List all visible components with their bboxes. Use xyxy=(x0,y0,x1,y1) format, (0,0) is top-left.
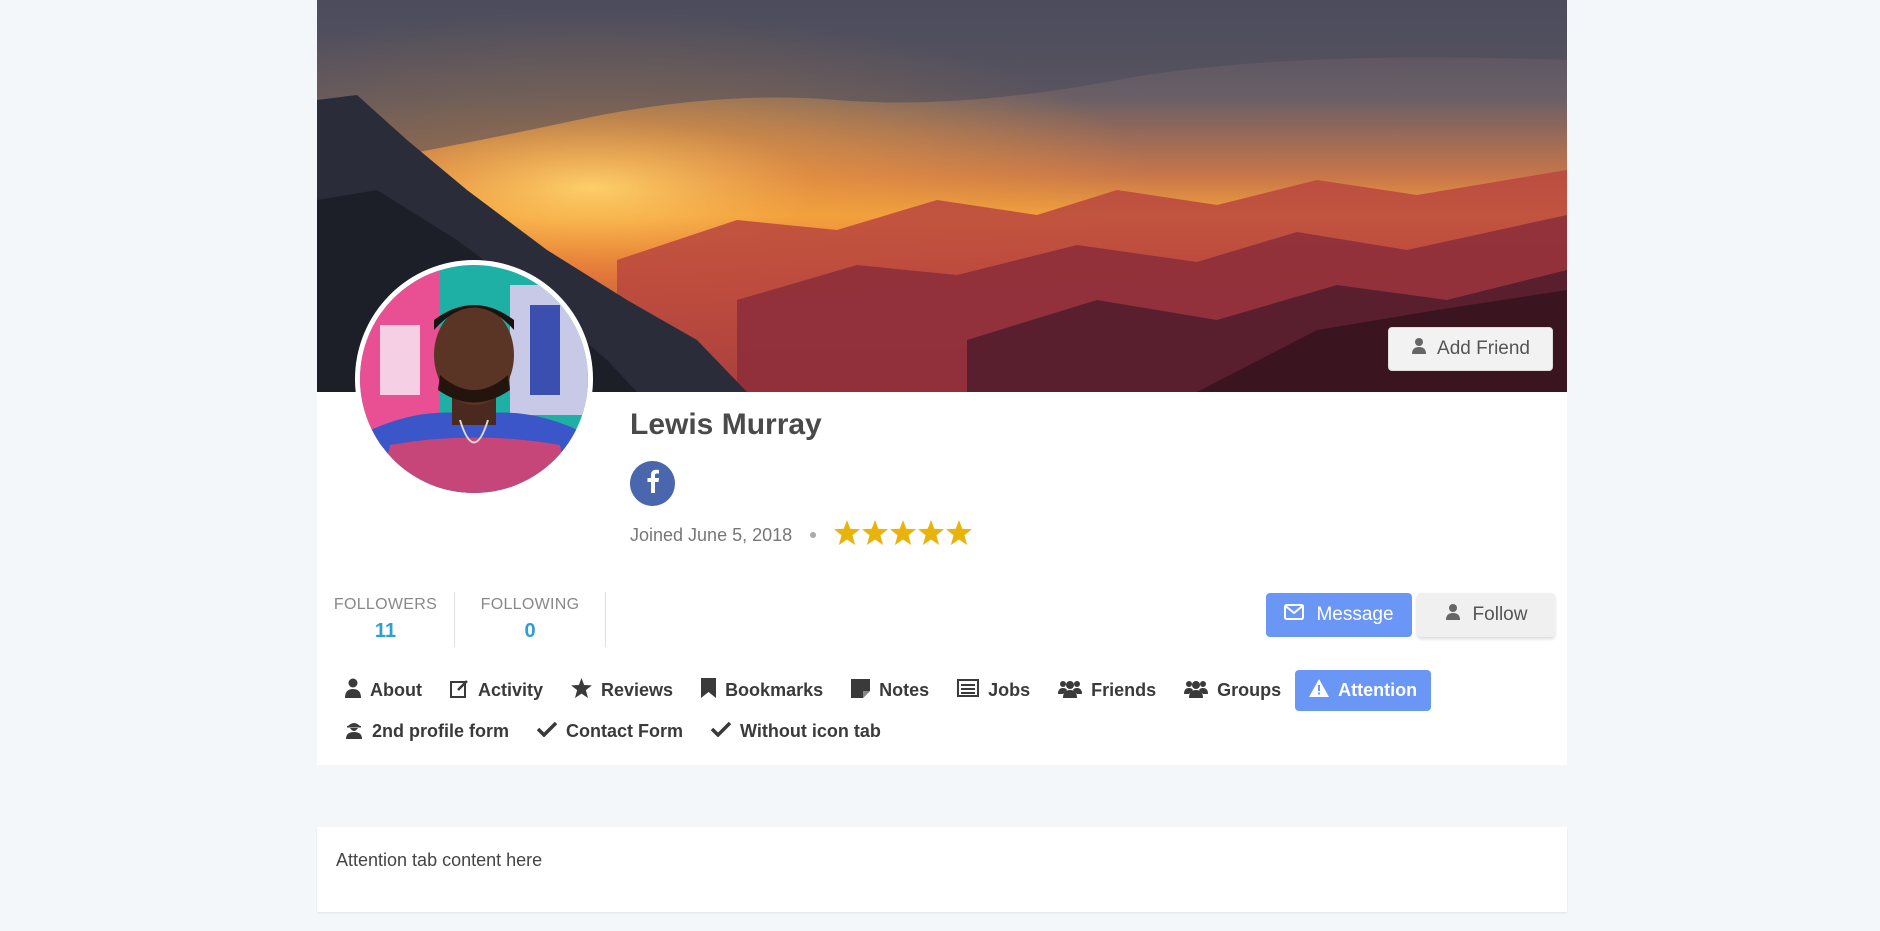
add-friend-label: Add Friend xyxy=(1437,338,1530,359)
user-secret-icon xyxy=(345,720,363,744)
tab-label: Reviews xyxy=(601,680,674,700)
stat-followers[interactable]: FOLLOWERS 11 xyxy=(317,592,455,647)
tab-bookmarks[interactable]: Bookmarks xyxy=(687,670,837,711)
tab-label: About xyxy=(370,680,422,700)
user-icon xyxy=(1445,603,1461,627)
tab-activity[interactable]: Activity xyxy=(436,670,557,711)
tab-row: 2nd profile form Contact Form Without ic… xyxy=(331,711,1551,752)
tab-label: Bookmarks xyxy=(725,680,824,700)
tab-content-panel: Attention tab content here xyxy=(317,827,1567,912)
tab-label: Friends xyxy=(1091,680,1157,700)
tab-about[interactable]: About xyxy=(331,670,436,711)
star-icon xyxy=(862,520,889,550)
stat-value: 11 xyxy=(374,620,397,642)
tab-without-icon[interactable]: Without icon tab xyxy=(697,711,895,752)
check-icon xyxy=(710,721,732,742)
facebook-icon xyxy=(646,469,660,498)
tab-2nd-profile-form[interactable]: 2nd profile form xyxy=(331,711,523,752)
users-icon xyxy=(1058,679,1083,703)
profile-name: Lewis Murray xyxy=(630,408,822,441)
users-icon xyxy=(1184,679,1209,703)
star-icon xyxy=(890,520,917,550)
edit-icon xyxy=(449,679,469,703)
tab-jobs[interactable]: Jobs xyxy=(943,670,1044,711)
separator-dot xyxy=(810,532,817,538)
rating-stars xyxy=(834,520,973,550)
joined-row: Joined June 5, 2018 xyxy=(630,520,973,550)
tab-label: 2nd profile form xyxy=(372,721,510,741)
message-button[interactable]: Message xyxy=(1266,593,1412,637)
stat-label: FOLLOWING xyxy=(480,596,580,613)
stat-following[interactable]: FOLLOWING 0 xyxy=(455,592,606,647)
stat-value: 0 xyxy=(524,620,536,642)
note-icon xyxy=(851,678,871,703)
bookmark-icon xyxy=(701,678,717,703)
message-label: Message xyxy=(1316,604,1394,625)
tab-friends[interactable]: Friends xyxy=(1044,670,1170,711)
joined-date: Joined June 5, 2018 xyxy=(630,524,793,545)
tab-label: Without icon tab xyxy=(740,721,881,741)
star-icon xyxy=(571,678,592,703)
add-friend-button[interactable]: Add Friend xyxy=(1388,327,1553,371)
tab-contact-form[interactable]: Contact Form xyxy=(523,711,697,752)
stat-label: FOLLOWERS xyxy=(333,596,438,613)
tab-row: About Activity Reviews Bookmarks Notes J… xyxy=(331,670,1551,711)
star-icon xyxy=(918,520,945,550)
user-icon xyxy=(345,678,361,703)
warning-icon xyxy=(1309,679,1330,702)
check-icon xyxy=(536,721,558,742)
profile-tabs: About Activity Reviews Bookmarks Notes J… xyxy=(331,670,1551,752)
avatar[interactable] xyxy=(355,260,593,498)
tab-label: Activity xyxy=(477,680,544,700)
profile-card: Add Friend Lewis Murray Joined June 5, 2… xyxy=(317,0,1567,765)
user-icon xyxy=(1411,337,1427,361)
tab-notes[interactable]: Notes xyxy=(837,670,943,711)
tab-groups[interactable]: Groups xyxy=(1170,670,1295,711)
facebook-link[interactable] xyxy=(630,461,675,506)
tab-content-text: Attention tab content here xyxy=(336,850,543,870)
envelope-icon xyxy=(1284,604,1305,626)
tab-attention[interactable]: Attention xyxy=(1295,670,1432,711)
follow-button[interactable]: Follow xyxy=(1417,593,1555,637)
tab-label: Attention xyxy=(1338,680,1418,700)
tab-label: Contact Form xyxy=(566,721,684,741)
tab-label: Jobs xyxy=(988,680,1031,700)
tab-reviews[interactable]: Reviews xyxy=(557,670,687,711)
star-icon xyxy=(834,520,861,550)
tab-label: Notes xyxy=(879,680,930,700)
follow-label: Follow xyxy=(1472,604,1528,625)
list-icon xyxy=(957,679,980,702)
star-icon xyxy=(946,520,973,550)
tab-label: Groups xyxy=(1217,680,1282,700)
stats: FOLLOWERS 11 FOLLOWING 0 xyxy=(317,592,606,647)
